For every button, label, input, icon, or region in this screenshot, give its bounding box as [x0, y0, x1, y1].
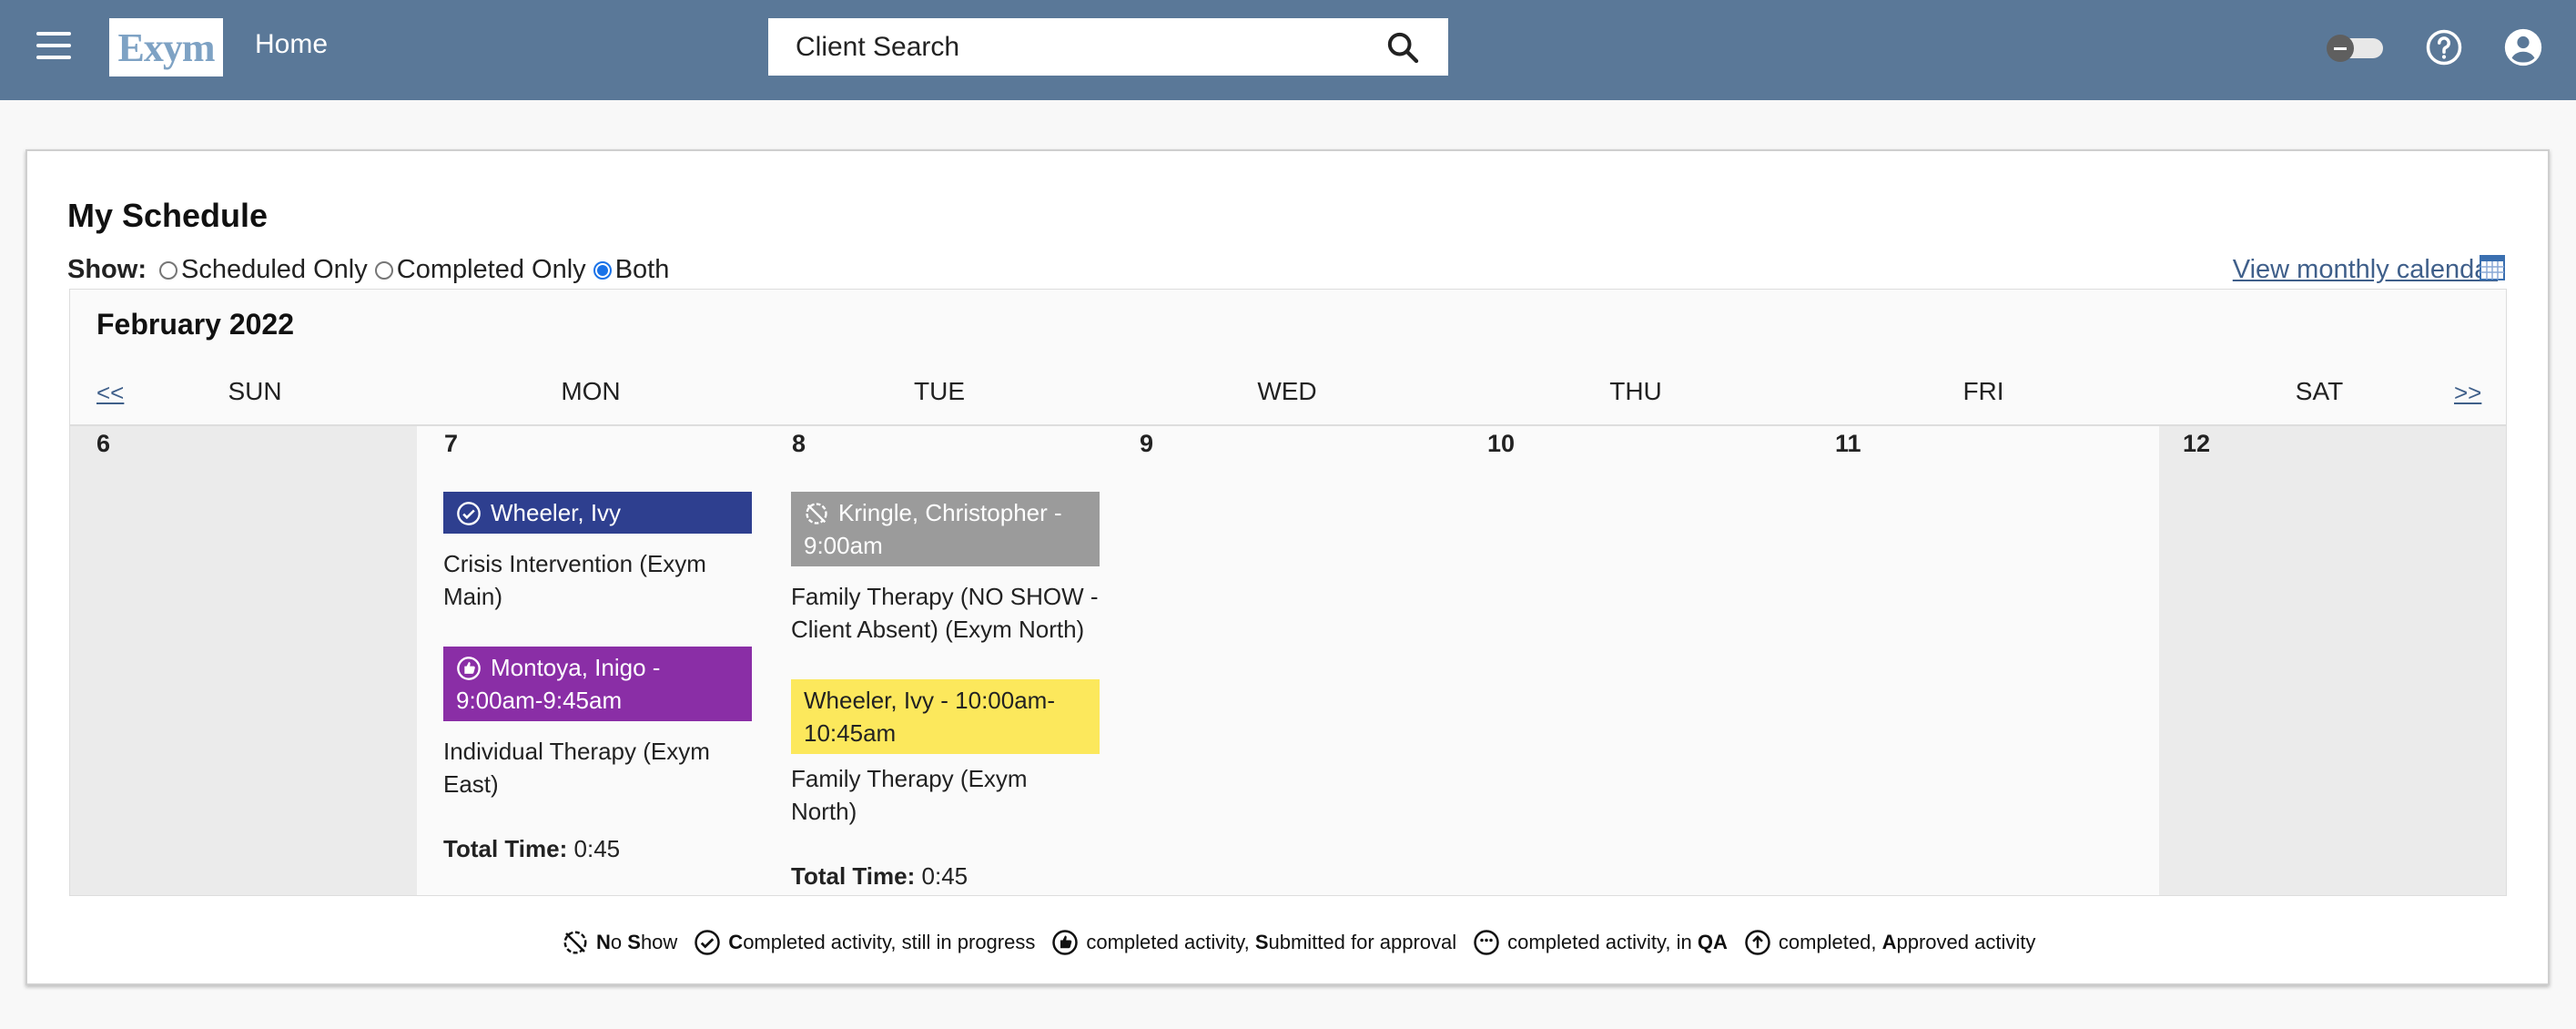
radio-button[interactable]	[159, 261, 177, 280]
legend-text: ubmitted for approval	[1269, 931, 1457, 954]
total-time-value: 0:45	[574, 835, 621, 862]
event-description: Family Therapy (Exym North)	[791, 762, 1100, 828]
event-title: Montoya, Inigo - 9:00am-9:45am	[456, 654, 660, 714]
legend-text: o	[611, 931, 627, 954]
date-11: 11	[1835, 430, 1861, 458]
dow-tue: TUE	[848, 377, 1030, 406]
dow-mon: MON	[500, 377, 682, 406]
total-time-mon: Total Time: 0:45	[443, 835, 620, 863]
dow-sun: SUN	[164, 377, 346, 406]
event-description: Crisis Intervention (Exym Main)	[443, 547, 752, 613]
home-link[interactable]: Home	[255, 29, 328, 60]
day-column-sun	[70, 426, 417, 895]
no-show-icon	[804, 501, 829, 526]
dow-wed: WED	[1196, 377, 1378, 406]
legend-text: how	[641, 931, 677, 954]
radio-button[interactable]	[375, 261, 393, 280]
help-icon[interactable]	[2425, 28, 2463, 66]
top-app-bar: Exym Home	[0, 0, 2576, 100]
legend-text: N	[596, 931, 611, 954]
event-description: Family Therapy (NO SHOW - Client Absent)…	[791, 580, 1100, 646]
legend-in-qa: completed activity, in QA	[1473, 929, 1728, 956]
total-time-label: Total Time:	[791, 862, 915, 890]
legend-submitted: completed activity, Submitted for approv…	[1051, 929, 1456, 956]
logo-text: Exym	[118, 25, 215, 71]
next-week-link[interactable]: >>	[2454, 379, 2481, 407]
total-time-label: Total Time:	[443, 835, 567, 862]
toggle-knob	[2327, 35, 2354, 62]
dow-fri: FRI	[1892, 377, 2074, 406]
date-8: 8	[792, 430, 806, 458]
legend-no-show: No Show	[562, 929, 677, 956]
filter-label: Scheduled Only	[181, 255, 368, 285]
date-7: 7	[444, 430, 458, 458]
status-legend: No Show Completed activity, still in pro…	[562, 929, 2052, 956]
filter-label: Both	[615, 255, 670, 285]
date-9: 9	[1140, 430, 1153, 458]
calendar-grid-icon[interactable]	[2480, 255, 2505, 280]
legend-text: A	[1882, 931, 1897, 954]
event-title: Kringle, Christopher - 9:00am	[804, 499, 1062, 559]
legend-text: ompleted activity, still in progress	[743, 931, 1035, 954]
event-kringle-christopher-tue[interactable]: Kringle, Christopher - 9:00am	[791, 492, 1100, 566]
client-search-input[interactable]	[796, 32, 1384, 63]
legend-text: pproved activity	[1896, 931, 2035, 954]
month-title: February 2022	[96, 308, 294, 341]
dow-thu: THU	[1545, 377, 1727, 406]
check-circle-icon	[456, 501, 482, 526]
event-description: Individual Therapy (Exym East)	[443, 735, 752, 800]
approved-arrow-icon	[1744, 929, 1771, 956]
event-title: Wheeler, Ivy - 10:00am-10:45am	[804, 687, 1055, 747]
legend-text: completed,	[1779, 931, 1882, 954]
date-10: 10	[1487, 430, 1515, 458]
theme-toggle[interactable]	[2327, 35, 2383, 60]
hamburger-menu-icon[interactable]	[36, 32, 71, 59]
legend-text: S	[1255, 931, 1269, 954]
event-montoya-inigo-mon[interactable]: Montoya, Inigo - 9:00am-9:45am	[443, 647, 752, 721]
submitted-approval-icon	[1051, 929, 1079, 956]
date-6: 6	[96, 430, 110, 458]
client-search-box	[768, 18, 1448, 76]
legend-text: QA	[1698, 931, 1728, 954]
legend-text: S	[627, 931, 641, 954]
no-show-icon	[562, 929, 589, 956]
legend-text: completed activity, in	[1507, 931, 1698, 954]
show-filter-group: Show: Scheduled Only Completed Only Both	[67, 255, 676, 285]
event-title: Wheeler, Ivy	[491, 499, 621, 526]
total-time-value: 0:45	[922, 862, 969, 890]
legend-text: C	[728, 931, 743, 954]
event-wheeler-ivy-tue[interactable]: Wheeler, Ivy - 10:00am-10:45am	[791, 679, 1100, 754]
page-title: My Schedule	[67, 197, 268, 235]
show-label: Show:	[67, 255, 147, 285]
exym-logo[interactable]: Exym	[109, 18, 223, 76]
account-circle-icon[interactable]	[2503, 27, 2543, 67]
header-divider	[69, 424, 2507, 426]
filter-completed-only[interactable]: Completed Only	[375, 255, 586, 285]
legend-text: completed activity,	[1086, 931, 1254, 954]
day-column-sat	[2159, 426, 2506, 895]
event-wheeler-ivy-mon[interactable]: Wheeler, Ivy	[443, 492, 752, 534]
filter-both[interactable]: Both	[593, 255, 670, 285]
date-12: 12	[2183, 430, 2210, 458]
submitted-approval-icon	[456, 656, 482, 681]
radio-button-checked[interactable]	[593, 261, 612, 280]
search-icon[interactable]	[1384, 29, 1421, 66]
filter-label: Completed Only	[397, 255, 586, 285]
filter-scheduled-only[interactable]: Scheduled Only	[159, 255, 368, 285]
legend-approved: completed, Approved activity	[1744, 929, 2035, 956]
qa-dots-icon	[1473, 929, 1500, 956]
dow-sat: SAT	[2228, 377, 2410, 406]
legend-completed-in-progress: Completed activity, still in progress	[694, 929, 1035, 956]
prev-week-link[interactable]: <<	[96, 379, 124, 407]
check-circle-icon	[694, 929, 721, 956]
view-monthly-calendar-link[interactable]: View monthly calendar	[2233, 255, 2498, 285]
total-time-tue: Total Time: 0:45	[791, 862, 968, 891]
